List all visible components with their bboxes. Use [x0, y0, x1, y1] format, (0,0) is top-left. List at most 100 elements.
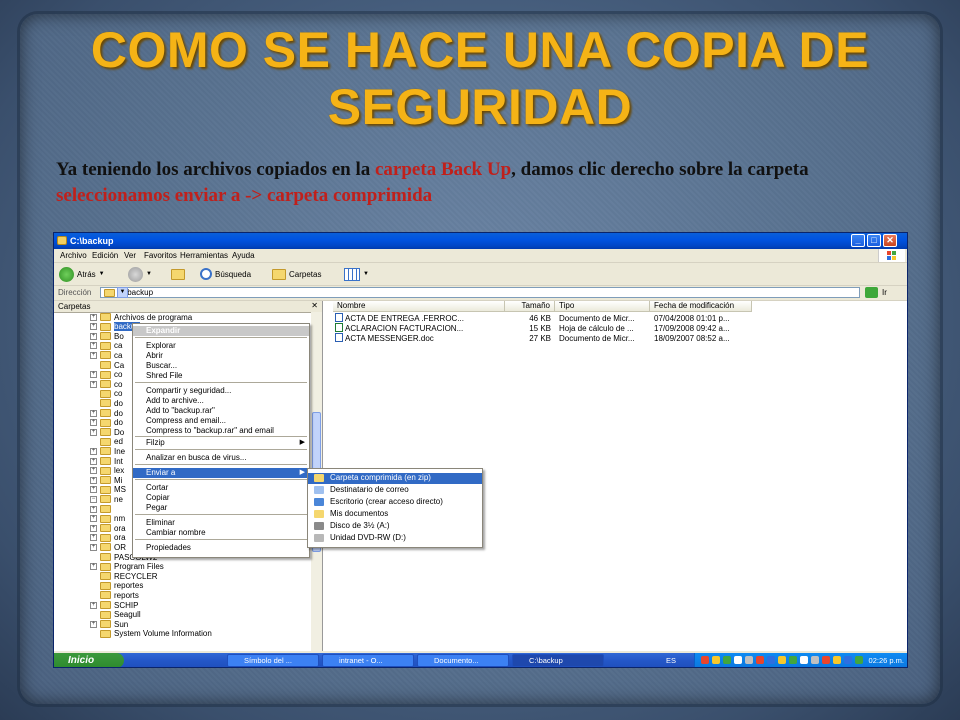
tray-icon[interactable] [822, 656, 830, 664]
folder-tree-item[interactable]: Seagull [90, 610, 141, 620]
context-menu-item[interactable]: Add to archive... [133, 396, 309, 406]
quicklaunch-icon[interactable] [150, 656, 158, 664]
expand-toggle-icon[interactable]: + [90, 323, 97, 331]
context-menu-item[interactable]: Compress to "backup.rar" and email [133, 426, 309, 436]
folder-tree-item[interactable]: do [90, 398, 123, 408]
close-pane-icon[interactable]: ✕ [311, 301, 318, 310]
expand-toggle-icon[interactable]: + [90, 332, 97, 340]
folder-tree-item[interactable]: + Program Files [90, 562, 164, 572]
tray-icon[interactable] [855, 656, 863, 664]
tray-icon[interactable] [789, 656, 797, 664]
expand-toggle-icon[interactable]: + [90, 428, 97, 436]
minimize-button[interactable]: _ [851, 234, 865, 247]
expand-toggle-icon[interactable]: + [90, 457, 97, 465]
expand-toggle-icon[interactable]: + [90, 534, 97, 542]
sendto-item[interactable]: Escritorio (crear acceso directo) [308, 497, 482, 508]
expand-toggle-icon[interactable]: + [90, 380, 97, 388]
column-type[interactable]: Tipo [555, 301, 650, 312]
sendto-item[interactable]: Mis documentos [308, 509, 482, 520]
folder-tree-item[interactable]: + ora [90, 533, 126, 543]
expand-toggle-icon[interactable]: + [90, 563, 97, 571]
context-menu-item[interactable]: Pegar [133, 503, 309, 513]
folder-tree-item[interactable]: reportes [90, 581, 143, 591]
expand-toggle-icon[interactable]: + [90, 467, 97, 475]
expand-toggle-icon[interactable]: + [90, 409, 97, 417]
folder-tree-item[interactable]: + Archivos de programa [90, 312, 192, 322]
folder-tree-item[interactable]: + Ine [90, 446, 125, 456]
tray-icon[interactable] [767, 656, 775, 664]
expand-toggle-icon[interactable]: + [90, 515, 97, 523]
tray-icon[interactable] [756, 656, 764, 664]
forward-button[interactable]: ▼ [128, 266, 152, 282]
context-menu-item[interactable]: Cortar [133, 483, 309, 493]
folder-tree-item[interactable]: + nm [90, 514, 125, 524]
menu-archivo[interactable]: Archivo [60, 251, 87, 260]
close-button[interactable]: ✕ [883, 234, 897, 247]
folder-tree-item[interactable]: + Int [90, 456, 123, 466]
menu-ayuda[interactable]: Ayuda [232, 251, 255, 260]
file-row[interactable]: ACTA MESSENGER.doc 27 KB Documento de Micr… [323, 333, 907, 343]
folder-tree-item[interactable]: − ne [90, 494, 123, 504]
tray-icon[interactable] [745, 656, 753, 664]
folder-tree-item[interactable]: System Volume Information [90, 629, 212, 639]
context-menu-item[interactable]: Copiar [133, 493, 309, 503]
menu-favoritos[interactable]: Favoritos [144, 251, 177, 260]
folder-tree-item[interactable]: Ca [90, 360, 124, 370]
expand-toggle-icon[interactable]: + [90, 476, 97, 484]
start-button[interactable]: Inicio [54, 653, 124, 667]
maximize-button[interactable]: □ [867, 234, 881, 247]
task-documento[interactable]: Documento... [417, 654, 509, 667]
context-menu-item[interactable]: Explorar [133, 341, 309, 351]
context-menu-item[interactable]: Compartir y seguridad... [133, 386, 309, 396]
expand-toggle-icon[interactable]: + [90, 419, 97, 427]
context-menu-item[interactable]: Filzip ▶ [133, 438, 309, 448]
tray-icon[interactable] [712, 656, 720, 664]
task-intranet[interactable]: intranet - O... [322, 654, 414, 667]
folder-tree-item[interactable]: + do [90, 408, 123, 418]
expand-toggle-icon[interactable]: − [90, 495, 97, 503]
context-menu-item[interactable]: Add to "backup.rar" [133, 406, 309, 416]
tray-icon[interactable] [723, 656, 731, 664]
expand-toggle-icon[interactable]: + [90, 524, 97, 532]
folder-tree-item[interactable]: co [90, 389, 122, 399]
context-menu-item[interactable]: Analizar en busca de virus... [133, 453, 309, 463]
context-menu-item[interactable]: Abrir [133, 351, 309, 361]
window-titlebar[interactable]: C:\backup _ □ ✕ [54, 233, 907, 249]
sendto-item[interactable]: Disco de 3½ (A:) [308, 521, 482, 532]
expand-toggle-icon[interactable]: + [90, 543, 97, 551]
expand-toggle-icon[interactable]: + [90, 601, 97, 609]
folder-tree-item[interactable]: + ca [90, 350, 122, 360]
column-name[interactable]: Nombre [333, 301, 505, 312]
tray-icon[interactable] [734, 656, 742, 664]
column-size[interactable]: Tamaño [505, 301, 555, 312]
task-backup[interactable]: C:\backup [512, 654, 604, 667]
menu-edicion[interactable]: Edición [92, 251, 118, 260]
file-row[interactable]: ACTA DE ENTREGA .FERROC... 46 KB Documento… [323, 313, 907, 323]
context-menu-item[interactable]: Buscar... [133, 361, 309, 371]
column-date[interactable]: Fecha de modificación [650, 301, 752, 312]
search-button[interactable]: Búsqueda [200, 266, 251, 282]
file-row[interactable]: ACLARACION FACTURACION... 15 KB Hoja de cá… [323, 323, 907, 333]
folder-tree-item[interactable]: + do [90, 418, 123, 428]
folder-tree-item[interactable]: + OR [90, 542, 126, 552]
language-indicator[interactable]: ES [666, 656, 676, 665]
folders-button[interactable]: Carpetas [272, 266, 321, 282]
folder-tree-item[interactable]: reports [90, 590, 139, 600]
up-folder-button[interactable] [171, 266, 185, 282]
context-menu-item[interactable]: Enviar a ▶ [133, 468, 309, 478]
context-menu-item[interactable]: Cambiar nombre [133, 528, 309, 538]
expand-toggle-icon[interactable]: + [90, 351, 97, 359]
folder-tree-item[interactable]: + co [90, 370, 122, 380]
context-menu-item[interactable]: Propiedades [133, 543, 309, 553]
sendto-item[interactable]: Unidad DVD-RW (D:) [308, 533, 482, 544]
views-button[interactable]: ▼ [344, 266, 369, 282]
expand-toggle-icon[interactable]: + [90, 313, 97, 321]
folder-tree-item[interactable]: + lex [90, 466, 124, 476]
address-input[interactable]: C:\backup ▼ [100, 287, 860, 298]
folder-tree-item[interactable]: + ora [90, 523, 126, 533]
expand-toggle-icon[interactable]: + [90, 486, 97, 494]
tray-icon[interactable] [811, 656, 819, 664]
folder-tree-item[interactable]: + [90, 504, 114, 514]
menu-ver[interactable]: Ver [124, 251, 136, 260]
go-arrow-icon[interactable] [865, 287, 878, 298]
